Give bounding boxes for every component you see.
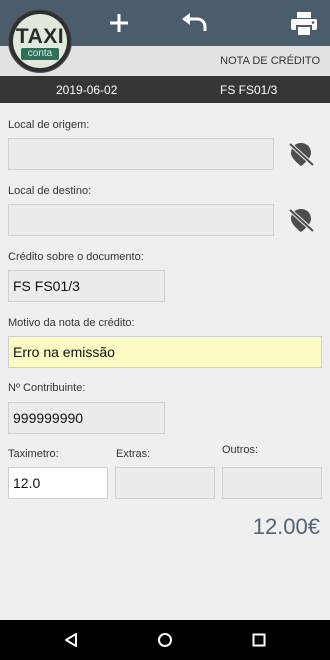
taxpayer-number-label: Nº Contribuinte:: [8, 382, 86, 394]
destination-field[interactable]: [8, 204, 274, 236]
undo-icon[interactable]: [180, 12, 208, 34]
others-label: Outros:: [222, 444, 259, 456]
recents-icon[interactable]: [251, 632, 267, 648]
logo-subtext: conta: [21, 48, 59, 60]
app-logo: TAXI conta: [8, 9, 72, 73]
reason-value: Erro na emissão: [13, 344, 115, 360]
back-icon[interactable]: [63, 632, 79, 648]
plus-icon[interactable]: [108, 12, 130, 34]
printer-icon[interactable]: [290, 11, 318, 37]
screen-title: NOTA DE CRÉDITO: [220, 55, 320, 67]
taximeter-field[interactable]: 12.0: [8, 467, 108, 499]
home-icon[interactable]: [157, 632, 173, 648]
origin-label: Local de origem:: [8, 119, 90, 131]
destination-label: Local de destino:: [8, 185, 92, 197]
document-reference: FS FS01/3: [220, 83, 278, 97]
others-field[interactable]: [222, 467, 322, 499]
taxpayer-number-value: 999999990: [13, 410, 84, 426]
extras-field[interactable]: [115, 467, 215, 499]
credit-document-label: Crédito sobre o documento:: [8, 251, 144, 263]
credit-document-value: FS FS01/3: [13, 278, 80, 294]
taximeter-value: 12.0: [13, 475, 41, 491]
credit-document-field[interactable]: FS FS01/3: [8, 270, 165, 302]
system-navigation-bar: [0, 620, 330, 660]
total-amount: 12.00€: [252, 514, 320, 539]
logo-text: TAXI: [15, 25, 65, 48]
document-info-bar: 2019-06-02 FS FS01/3: [0, 76, 330, 103]
taximeter-label: Taximetro:: [8, 448, 59, 460]
location-off-icon[interactable]: [286, 140, 316, 168]
location-off-icon[interactable]: [286, 206, 316, 234]
reason-field[interactable]: Erro na emissão: [8, 336, 322, 368]
extras-label: Extras:: [116, 448, 151, 460]
reason-label: Motivo da nota de crédito:: [8, 317, 135, 329]
taxpayer-number-field[interactable]: 999999990: [8, 402, 165, 434]
document-date: 2019-06-02: [56, 83, 118, 97]
origin-field[interactable]: [8, 138, 274, 170]
